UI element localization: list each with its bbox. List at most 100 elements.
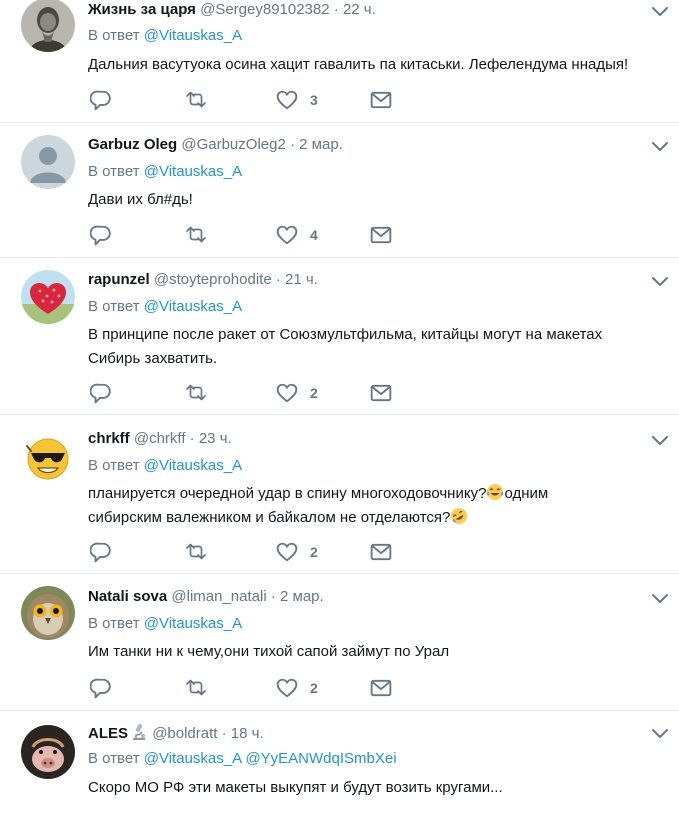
display-name[interactable]: chrkff	[88, 430, 130, 447]
reply-button[interactable]	[90, 89, 112, 111]
user-handle[interactable]: @GarbuzOleg2	[181, 136, 285, 153]
reply-button[interactable]	[90, 382, 112, 404]
like-count: 3	[310, 92, 318, 108]
display-name[interactable]: Natali sova	[88, 588, 167, 605]
reply-context: В ответ @Vitauskas_A	[88, 615, 242, 632]
mention-link[interactable]: @Vitauskas_A	[144, 27, 242, 44]
reply-button[interactable]	[90, 677, 112, 699]
direct-message-button[interactable]	[370, 677, 392, 699]
tweet-text-line: планируется очередной удар в спину много…	[88, 483, 658, 504]
retweet-icon	[186, 384, 206, 401]
timestamp[interactable]: 22 ч.	[343, 1, 376, 18]
tweet[interactable]: ALES @boldratt · 18 ч. В ответ @Vitauska…	[0, 711, 679, 815]
display-name[interactable]: Garbuz Oleg	[88, 136, 177, 153]
separator-dot: ·	[189, 430, 195, 447]
like-button[interactable]: 2	[276, 677, 318, 699]
retweet-icon	[186, 226, 206, 243]
mention-link[interactable]: @Vitauskas_A	[144, 750, 242, 767]
rolling-laughing-emoji-icon	[451, 508, 468, 524]
tweet-text: Дави их бл#дь!	[88, 189, 658, 210]
like-count: 2	[310, 544, 318, 560]
avatar[interactable]	[21, 135, 75, 189]
user-handle[interactable]: @boldratt	[152, 725, 217, 742]
user-handle[interactable]: @stoyteprohodite	[154, 271, 272, 288]
chevron-down-icon[interactable]	[651, 276, 669, 288]
tweet[interactable]: rapunzel @stoyteprohodite · 21 ч. В отве…	[0, 258, 679, 415]
tweet[interactable]: chrkff @chrkff · 23 ч. В ответ @Vitauska…	[0, 415, 679, 574]
chevron-down-icon[interactable]	[651, 141, 669, 153]
user-handle[interactable]: @Sergey89102382	[200, 1, 330, 18]
envelope-icon	[370, 226, 392, 244]
display-name[interactable]: ALES	[88, 725, 128, 742]
display-name[interactable]: Жизнь за царя	[88, 1, 196, 18]
user-handle[interactable]: @liman_natali	[171, 588, 266, 605]
like-count: 2	[310, 385, 318, 401]
avatar[interactable]	[21, 432, 75, 486]
reply-context: В ответ @Vitauskas_A	[88, 27, 242, 44]
retweet-button[interactable]	[185, 89, 207, 111]
tweet-header: Жизнь за царя @Sergey89102382 · 22 ч.	[88, 1, 376, 18]
retweet-button[interactable]	[185, 541, 207, 563]
reply-icon	[90, 383, 111, 404]
microscope-emoji-icon	[133, 723, 146, 740]
tweet-text-segment: сибирским валежником и байкалом не отдел…	[88, 509, 451, 526]
avatar[interactable]	[21, 270, 75, 324]
timestamp[interactable]: 21 ч.	[285, 271, 318, 288]
tweet-text-segment: планируется очередной удар в спину много…	[88, 485, 487, 502]
tweet[interactable]: Garbuz Oleg @GarbuzOleg2 · 2 мар. В отве…	[0, 123, 679, 258]
chevron-down-icon[interactable]	[651, 728, 669, 740]
like-button[interactable]: 4	[276, 224, 318, 246]
reply-prefix: В ответ	[88, 298, 140, 315]
reply-icon	[90, 678, 111, 699]
chevron-down-icon[interactable]	[651, 435, 669, 447]
timestamp[interactable]: 2 мар.	[280, 588, 324, 605]
retweet-button[interactable]	[185, 224, 207, 246]
chevron-down-icon[interactable]	[651, 6, 669, 18]
like-button[interactable]: 3	[276, 89, 318, 111]
tweet[interactable]: Жизнь за царя @Sergey89102382 · 22 ч. В …	[0, 0, 679, 123]
envelope-icon	[370, 384, 392, 402]
direct-message-button[interactable]	[370, 541, 392, 563]
mention-link[interactable]: @Vitauskas_A	[144, 615, 242, 632]
direct-message-button[interactable]	[370, 89, 392, 111]
reply-prefix: В ответ	[88, 457, 140, 474]
tweet-text-line: Дальния васутуока осина хацит гавалить п…	[88, 56, 629, 73]
avatar[interactable]	[21, 586, 75, 640]
separator-dot: ·	[275, 271, 281, 288]
retweet-button[interactable]	[185, 382, 207, 404]
direct-message-button[interactable]	[370, 224, 392, 246]
tweet-text: планируется очередной удар в спину много…	[88, 483, 658, 528]
mention-link[interactable]: @Vitauskas_A	[144, 457, 242, 474]
mention-link[interactable]: @Vitauskas_A	[144, 163, 242, 180]
reply-icon	[90, 542, 111, 563]
retweet-icon	[186, 91, 206, 108]
tweet-text-line: Им танки ни к чему,они тихой сапой займу…	[88, 643, 450, 660]
tweet-text-line: Скоро МО РФ эти макеты выкупят и будут в…	[88, 779, 503, 796]
timestamp[interactable]: 18 ч.	[231, 725, 264, 742]
reply-prefix: В ответ	[88, 163, 140, 180]
avatar[interactable]	[21, 0, 75, 52]
tweet-actions: 3	[88, 89, 408, 111]
envelope-icon	[370, 543, 392, 561]
tweet-text: Скоро МО РФ эти макеты выкупят и будут в…	[88, 777, 658, 798]
separator-dot: ·	[289, 136, 295, 153]
reply-prefix: В ответ	[88, 27, 140, 44]
timestamp[interactable]: 2 мар.	[299, 136, 343, 153]
direct-message-button[interactable]	[370, 382, 392, 404]
mention-link[interactable]: @YyEANWdqISmbXei	[245, 750, 396, 767]
mention-link[interactable]: @Vitauskas_A	[144, 298, 242, 315]
tweet-header: chrkff @chrkff · 23 ч.	[88, 430, 232, 447]
like-button[interactable]: 2	[276, 541, 318, 563]
tweet[interactable]: Natali sova @liman_natali · 2 мар. В отв…	[0, 574, 679, 711]
display-name[interactable]: rapunzel	[88, 271, 150, 288]
chevron-down-icon[interactable]	[651, 593, 669, 605]
user-handle[interactable]: @chrkff	[134, 430, 186, 447]
separator-dot: ·	[333, 1, 339, 18]
timestamp[interactable]: 23 ч.	[199, 430, 232, 447]
reply-button[interactable]	[90, 224, 112, 246]
avatar[interactable]	[21, 725, 75, 779]
retweet-icon	[186, 543, 206, 560]
like-button[interactable]: 2	[276, 382, 318, 404]
retweet-button[interactable]	[185, 677, 207, 699]
reply-button[interactable]	[90, 541, 112, 563]
